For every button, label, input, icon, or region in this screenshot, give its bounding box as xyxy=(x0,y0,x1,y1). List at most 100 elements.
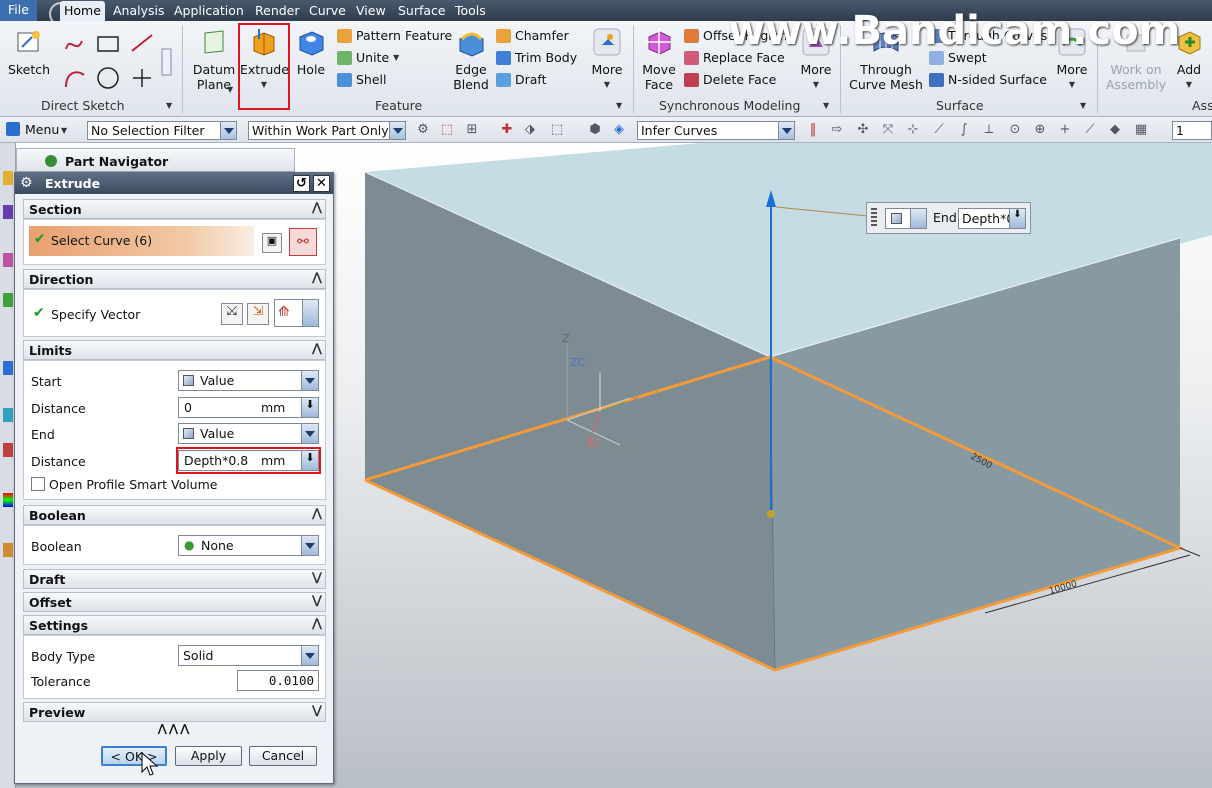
sketch-section-icon[interactable]: ▣ xyxy=(262,233,282,253)
shell-button[interactable]: Shell xyxy=(337,72,387,87)
delete-face-button[interactable]: Delete Face xyxy=(684,72,776,87)
part-navigator-header[interactable]: Part Navigator xyxy=(16,148,295,172)
arc-center-icon[interactable]: ⊙ xyxy=(1008,123,1022,137)
menu-home[interactable]: Home xyxy=(60,1,105,21)
add-selection-icon[interactable]: ✚ xyxy=(500,123,514,137)
cube-view-icon[interactable]: ◈ xyxy=(612,123,626,137)
start-distance-field[interactable]: 0 mm ⬇ xyxy=(178,397,319,418)
boolean-group-header[interactable]: Boolean ⋀ xyxy=(23,505,326,525)
mid-point-icon[interactable]: ⊹ xyxy=(906,123,920,137)
chevron-down-icon[interactable]: ▼ xyxy=(1080,101,1086,110)
section-group-header[interactable]: Section ⋀ xyxy=(23,199,326,219)
n-sided-surface-button[interactable]: N-sided Surface xyxy=(929,72,1047,87)
body-type-dropdown[interactable]: Solid xyxy=(178,645,319,666)
preview-group-header[interactable]: Preview ⋁ xyxy=(23,702,326,722)
menu-button[interactable]: Menu xyxy=(25,122,59,137)
menu-analysis[interactable]: Analysis xyxy=(113,3,165,18)
menu-surface[interactable]: Surface xyxy=(398,3,446,18)
vector-origin-handle[interactable] xyxy=(767,510,775,518)
menu-curve[interactable]: Curve xyxy=(309,3,346,18)
point-on-face-icon[interactable]: ◆ xyxy=(1108,123,1122,137)
chevron-down-icon[interactable]: ▼ xyxy=(227,85,233,94)
limits-group-header[interactable]: Limits ⋀ xyxy=(23,340,326,360)
menu-tools[interactable]: Tools xyxy=(455,3,486,18)
dropdown-arrow-icon[interactable] xyxy=(301,371,318,390)
down-arrow-icon[interactable]: ⬇ xyxy=(301,451,318,470)
snap-point-icon[interactable]: ✣ xyxy=(856,123,870,137)
select-curve-row[interactable]: ✔ Select Curve (6) xyxy=(29,226,254,256)
start-distance-unit[interactable]: mm xyxy=(261,400,285,415)
apply-button[interactable]: Apply xyxy=(175,746,242,766)
process-icon[interactable] xyxy=(3,443,13,457)
trim-body-button[interactable]: Trim Body xyxy=(496,50,577,65)
snap-icon[interactable]: ⚙ xyxy=(416,123,430,137)
info-icon[interactable] xyxy=(3,361,13,375)
chevron-up-icon[interactable]: ⋀ xyxy=(312,616,322,630)
selection-filter-dropdown[interactable]: No Selection Filter xyxy=(87,121,237,140)
start-type-dropdown[interactable]: Value xyxy=(178,370,319,391)
existing-point-icon[interactable]: + xyxy=(1058,123,1072,137)
end-type-dropdown[interactable]: Value xyxy=(178,423,319,444)
vector-dialog-icon[interactable]: ⇲ xyxy=(247,303,269,325)
curve-icon[interactable]: ⚯ xyxy=(289,228,317,256)
sketch-button[interactable]: Sketch xyxy=(6,27,52,77)
edge-blend-button[interactable]: Edge Blend xyxy=(451,27,491,92)
system-icon[interactable] xyxy=(3,543,13,557)
pattern-feature-button[interactable]: Pattern Feature xyxy=(337,28,452,43)
line-icon[interactable]: ⟋ xyxy=(932,123,946,137)
dropdown-arrow-icon[interactable] xyxy=(301,424,318,443)
down-arrow-icon[interactable]: ⬇ xyxy=(301,398,318,417)
menu-render[interactable]: Render xyxy=(255,3,300,18)
dialog-title-bar[interactable]: ⚙ Extrude ↺ ✕ xyxy=(15,173,333,194)
end-distance-unit[interactable]: mm xyxy=(261,453,285,468)
chevron-down-icon[interactable]: ▼ xyxy=(616,101,622,110)
chevron-up-icon[interactable]: ⋀ xyxy=(312,341,322,355)
dropdown-arrow-icon[interactable] xyxy=(220,122,236,139)
chamfer-button[interactable]: Chamfer xyxy=(496,28,569,43)
chevron-down-icon[interactable]: ⋁ xyxy=(312,703,322,717)
chevron-down-icon[interactable]: ⋁ xyxy=(312,570,322,584)
play-icon[interactable] xyxy=(3,205,13,219)
drag-handle-icon[interactable] xyxy=(871,208,877,228)
bounded-grid-icon[interactable]: ▦ xyxy=(1134,123,1148,137)
select-feature-icon[interactable]: ⬚ xyxy=(440,123,454,137)
curve-rule-dropdown[interactable]: Infer Curves xyxy=(637,121,795,140)
end-point-icon[interactable]: ⤧ xyxy=(881,123,895,137)
sketch-curve-tools-icon[interactable] xyxy=(62,31,172,93)
hole-button[interactable]: Hole xyxy=(293,27,329,77)
reverse-direction-icon[interactable]: ⤩ xyxy=(221,303,243,325)
rectangle-select-icon[interactable]: ⬚ xyxy=(550,123,564,137)
end-distance-field[interactable]: Depth*0.8 mm ⬇ xyxy=(178,450,319,471)
snap-count-field[interactable]: 1 xyxy=(1172,121,1212,140)
cancel-button[interactable]: Cancel xyxy=(249,746,317,766)
chevron-down-icon[interactable]: ▼ xyxy=(61,126,67,135)
dropdown-arrow-icon[interactable] xyxy=(389,122,405,139)
menu-view[interactable]: View xyxy=(356,3,386,18)
dropdown-arrow-icon[interactable] xyxy=(301,646,318,665)
palette-icon[interactable] xyxy=(3,493,13,507)
dropdown-arrow-icon[interactable] xyxy=(301,536,318,555)
curve-point-icon[interactable]: ∫ xyxy=(957,123,971,137)
dropdown-arrow-icon[interactable] xyxy=(302,300,318,326)
selection-scope-dropdown[interactable]: Within Work Part Only xyxy=(248,121,406,140)
reset-icon[interactable]: ↺ xyxy=(293,175,310,192)
view-icon[interactable]: ⬢ xyxy=(588,123,602,137)
deselect-icon[interactable]: ⬗ xyxy=(523,123,537,137)
dropdown-arrow-icon[interactable] xyxy=(910,209,926,228)
tolerance-field[interactable]: 0.0100 xyxy=(237,670,319,691)
history-icon[interactable] xyxy=(3,171,13,185)
boolean-dropdown[interactable]: ● None xyxy=(178,535,319,556)
move-face-button[interactable]: Move Face xyxy=(639,27,679,92)
quadrant-icon[interactable]: ⊕ xyxy=(1033,123,1047,137)
follow-fillet-icon[interactable]: ⇨ xyxy=(830,123,844,137)
point-on-curve-icon[interactable]: ⟋ xyxy=(1083,123,1097,137)
draft-group-header[interactable]: Draft ⋁ xyxy=(23,569,326,589)
unite-button[interactable]: Unite ▼ xyxy=(337,50,399,65)
menu-application[interactable]: Application xyxy=(174,3,244,18)
roles-icon[interactable] xyxy=(3,408,13,422)
chevron-down-icon[interactable]: ▼ xyxy=(166,101,172,110)
close-icon[interactable]: ✕ xyxy=(313,175,330,192)
datum-plane-button[interactable]: Datum Plane xyxy=(192,27,236,92)
chevron-up-icon[interactable]: ⋀ xyxy=(312,200,322,214)
offset-group-header[interactable]: Offset ⋁ xyxy=(23,592,326,612)
